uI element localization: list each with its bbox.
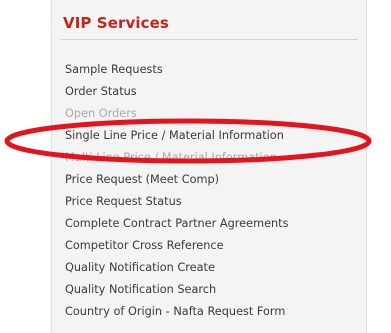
vip-services-panel: VIP Services Sample Requests Order Statu… [51,0,367,333]
menu-item-open-orders[interactable]: Open Orders [65,107,137,121]
menu-item-competitor-cross-reference[interactable]: Competitor Cross Reference [65,239,224,253]
menu-item-sample-requests[interactable]: Sample Requests [65,63,163,77]
menu-item-contract-partner-agreements[interactable]: Complete Contract Partner Agreements [65,217,289,231]
menu-item-quality-notification-create[interactable]: Quality Notification Create [65,261,215,275]
menu-item-country-of-origin-nafta[interactable]: Country of Origin - Nafta Request Form [65,305,285,319]
menu-item-order-status[interactable]: Order Status [65,85,137,99]
panel-title: VIP Services [63,14,169,32]
page: VIP Services Sample Requests Order Statu… [0,0,391,333]
menu-item-price-request-meet-comp[interactable]: Price Request (Meet Comp) [65,173,219,187]
menu-item-multi-line-price[interactable]: Multi Line Price / Material Information [65,151,277,165]
panel-header: VIP Services [60,8,358,40]
menu-item-price-request-status[interactable]: Price Request Status [65,195,182,209]
menu-item-quality-notification-search[interactable]: Quality Notification Search [65,283,216,297]
menu-item-single-line-price[interactable]: Single Line Price / Material Information [65,129,284,143]
